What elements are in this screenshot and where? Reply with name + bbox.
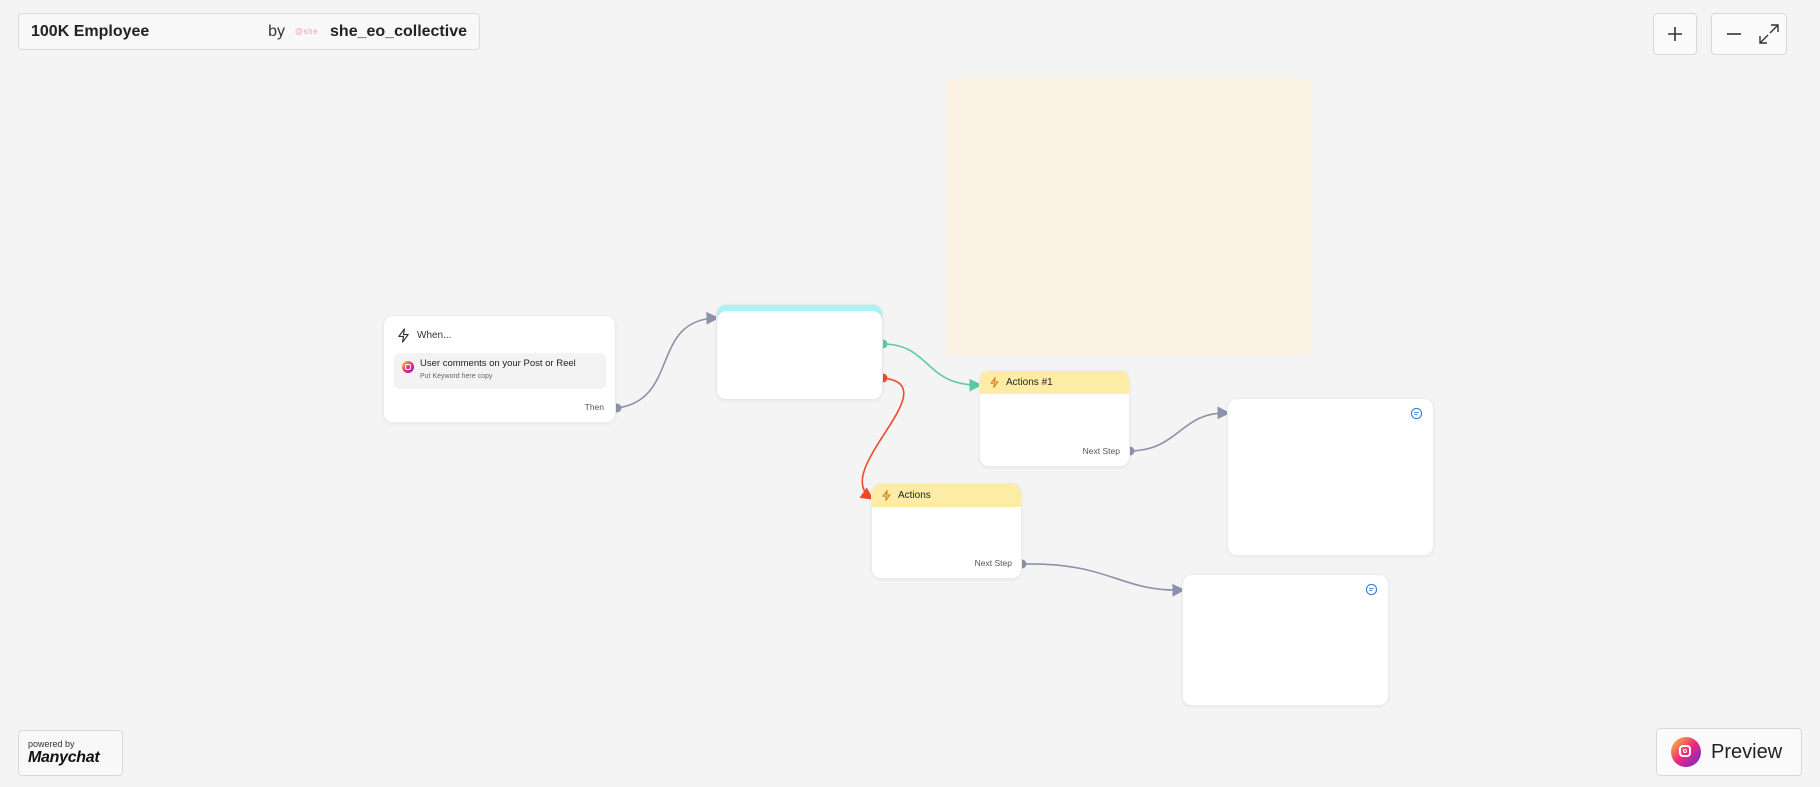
lightning-icon [882,490,891,501]
instagram-icon [1671,737,1701,767]
flow-name: 100K Employee [31,22,150,40]
minus-icon [1727,33,1741,35]
trigger-node[interactable]: When... User comments on your Post or Re… [383,315,616,423]
trigger-header: When... [396,328,451,343]
message-node-2[interactable] [1182,574,1389,706]
actions-node-2[interactable]: Actions Next Step [871,483,1022,579]
edge-trigger-to-condition [616,311,720,409]
powered-by-label: powered by [28,739,75,749]
condition-node[interactable] [716,304,883,400]
flow-edges [612,311,1231,597]
trigger-header-label: When... [417,330,452,341]
note-node[interactable] [946,78,1311,355]
preview-button[interactable]: Preview [1656,728,1802,776]
condition-body [717,311,882,399]
plus-icon [1668,27,1682,41]
trigger-item[interactable]: User comments on your Post or Reel Put K… [394,353,606,389]
actions-node-2-title: Actions [898,490,931,501]
by-label: by [268,22,285,40]
chat-bubble-icon [1365,583,1378,596]
actions-node-2-header: Actions [872,484,1021,507]
edge-actions-to-message2 [1021,563,1186,597]
edge-actions1-to-message1 [1129,406,1231,452]
preview-label: Preview [1711,740,1783,763]
flow-title-bar: 100K Employee by @she she_eo_collective [18,13,480,50]
actions-node-1[interactable]: Actions #1 Next Step [979,370,1130,467]
chat-bubble-icon [1410,407,1423,420]
actions-node-1-port-label: Next Step [1082,446,1120,456]
zoom-out-button[interactable] [1712,14,1756,54]
powered-by-badge[interactable]: powered by Manychat [18,730,123,776]
instagram-icon [402,361,414,373]
lightning-icon [398,328,409,343]
manychat-logo: Manychat [28,749,100,766]
actions-node-2-port-label: Next Step [974,558,1012,568]
expand-icon [1759,24,1779,44]
message-node-1[interactable] [1227,398,1434,556]
creator-name[interactable]: she_eo_collective [330,23,467,41]
actions-node-1-title: Actions #1 [1006,377,1053,388]
fullscreen-button[interactable] [1752,14,1786,54]
zoom-in-button[interactable] [1653,13,1697,55]
trigger-item-subtitle: Put Keyword here copy [420,373,493,380]
flow-canvas[interactable]: 100K Employee by @she she_eo_collective [0,0,1820,787]
creator-logo: @she [295,27,319,36]
trigger-port-label: Then [584,402,604,412]
lightning-icon [990,377,999,388]
trigger-item-title: User comments on your Post or Reel [420,358,576,369]
zoom-controls [1711,13,1787,55]
actions-node-1-header: Actions #1 [980,371,1129,394]
